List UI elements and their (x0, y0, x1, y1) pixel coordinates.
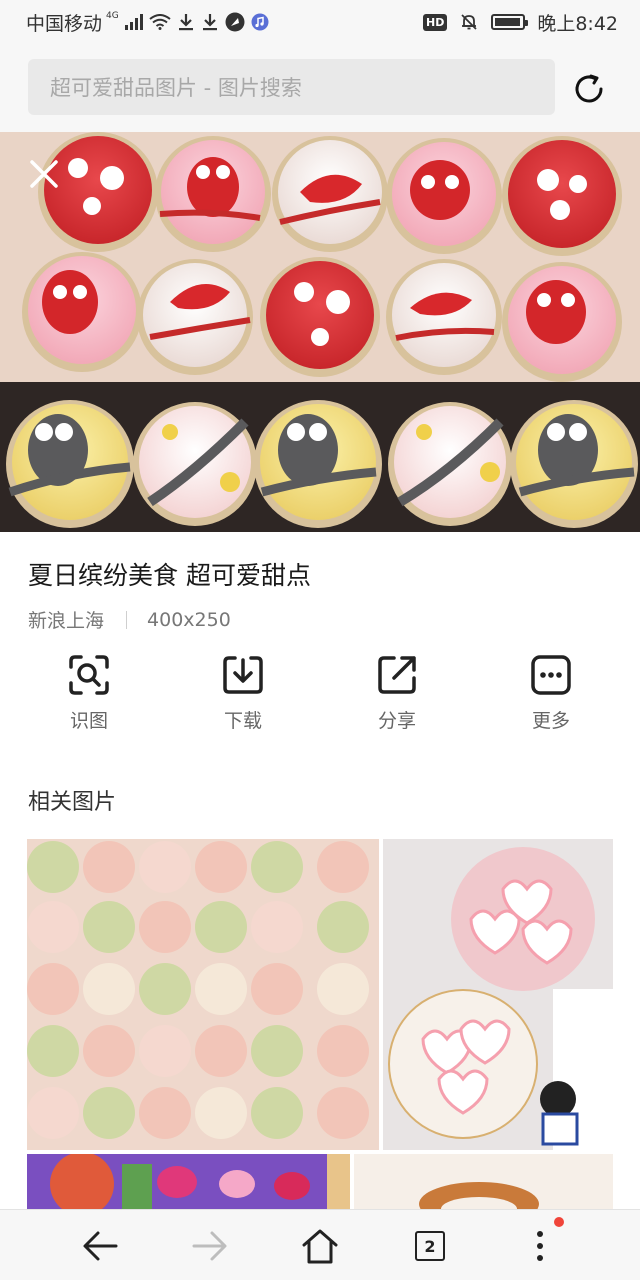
vertical-dots-icon (537, 1231, 543, 1261)
back-arrow-icon (83, 1231, 118, 1261)
image-title: 夏日缤纷美食 超可爱甜点 (28, 561, 311, 590)
main-image[interactable] (0, 132, 640, 532)
music-app-icon (251, 13, 269, 31)
action-label: 更多 (531, 710, 570, 732)
image-meta: 新浪上海 400x250 (28, 606, 231, 633)
image-source[interactable]: 新浪上海 (28, 606, 104, 633)
download-status-icon (177, 13, 195, 31)
forward-button[interactable] (186, 1222, 234, 1270)
search-placeholder: 超可爱甜品图片 - 图片搜索 (50, 76, 302, 100)
wifi-icon (149, 14, 171, 30)
action-bar: 识图 下载 分享 更多 (0, 652, 640, 742)
tab-count: 2 (415, 1231, 445, 1261)
action-label: 分享 (377, 710, 416, 732)
related-image[interactable] (27, 839, 379, 1150)
back-button[interactable] (76, 1222, 124, 1270)
image-dimensions: 400x250 (147, 608, 231, 631)
network-type: 4G (106, 11, 119, 21)
home-button[interactable] (296, 1222, 344, 1270)
action-label: 识图 (69, 710, 108, 732)
home-icon (302, 1229, 338, 1264)
related-image[interactable] (354, 1154, 613, 1209)
carrier-label: 中国移动 (26, 12, 103, 35)
tabs-button[interactable]: 2 (406, 1222, 454, 1270)
bottom-nav: 2 (0, 1209, 640, 1280)
download-status-icon (201, 13, 219, 31)
download-button[interactable]: 下载 (183, 652, 303, 733)
forward-arrow-icon (192, 1231, 227, 1261)
related-title: 相关图片 (28, 790, 117, 815)
action-label: 下载 (223, 710, 262, 732)
refresh-icon (575, 74, 603, 103)
search-area: 超可爱甜品图片 - 图片搜索 (0, 44, 640, 132)
meta-divider (126, 610, 128, 629)
mute-bell-icon (459, 12, 479, 32)
refresh-button[interactable] (566, 66, 612, 112)
share-icon (374, 652, 420, 698)
notification-dot (554, 1217, 564, 1227)
search-input[interactable]: 超可爱甜品图片 - 图片搜索 (28, 59, 555, 115)
hd-badge: HD (422, 13, 448, 31)
close-icon (30, 160, 58, 188)
close-button[interactable] (24, 154, 64, 194)
more-button[interactable]: 更多 (491, 652, 611, 733)
image-scan-button[interactable]: 识图 (29, 652, 149, 733)
menu-button[interactable] (516, 1222, 564, 1270)
clock: 晚上8:42 (537, 12, 618, 35)
download-icon (220, 652, 266, 698)
related-image[interactable] (27, 1154, 350, 1209)
share-button[interactable]: 分享 (337, 652, 457, 733)
related-image[interactable] (383, 839, 613, 1150)
more-icon (528, 652, 574, 698)
signal-icon (124, 14, 143, 30)
status-bar: 中国移动 4G HD 晚上8:42 (0, 0, 640, 44)
app-notification-icon (225, 12, 245, 32)
battery-icon (491, 14, 529, 30)
image-scan-icon (66, 652, 112, 698)
